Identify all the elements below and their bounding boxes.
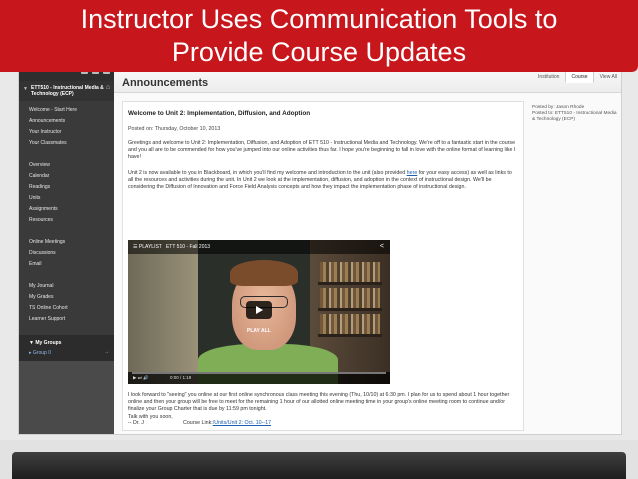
posted-to: Posted to: ETT510 - Instructional Media … (532, 111, 617, 122)
video-title-bar: ☰ PLAYLIST ETT 510 - Fall 2013 < (128, 240, 390, 254)
share-icon[interactable]: < (380, 240, 384, 254)
sidebar-item-resources[interactable]: Resources (19, 214, 114, 225)
course-sidebar: ▼ ETT510 - Instructional Media & Technol… (19, 61, 114, 434)
video-title[interactable]: ETT 510 - Fall 2013 (166, 244, 210, 250)
announcement-meta: Posted by: Jason Rhode Posted to: ETT510… (532, 105, 618, 123)
sidebar-item-assignments[interactable]: Assignments (19, 203, 114, 214)
sidebar-item-discussions[interactable]: Discussions (19, 247, 114, 258)
sidebar-item-online-meetings[interactable]: Online Meetings (19, 236, 114, 247)
sidebar-item-calendar[interactable]: Calendar (19, 170, 114, 181)
sidebar-item-overview[interactable]: Overview (19, 159, 114, 170)
sidebar-item-welcome[interactable]: Welcome - Start Here (19, 104, 114, 115)
paragraph-2-text-a: Unit 2 is now available to you in Blackb… (128, 170, 407, 176)
sidebar-item-instructor[interactable]: Your Instructor (19, 126, 114, 137)
video-person-hair (230, 260, 298, 286)
announcement-post: Welcome to Unit 2: Implementation, Diffu… (122, 101, 524, 431)
video-bg-left (128, 240, 198, 384)
course-link-label: Course Link: (183, 420, 213, 426)
arrow-right-icon[interactable]: → (104, 349, 109, 355)
course-link-line: Course Link:/Units/Unit 2: Oct. 10--17 (183, 420, 571, 427)
my-groups-label: My Groups (35, 340, 62, 346)
announcement-tabs: Institution Course View All (532, 71, 621, 83)
course-link[interactable]: /Units/Unit 2: Oct. 10--17 (213, 420, 271, 426)
here-link[interactable]: here (407, 170, 418, 176)
course-menu-title[interactable]: ▼ ETT510 - Instructional Media & Technol… (19, 81, 114, 101)
sidebar-item-email[interactable]: Email (19, 258, 114, 269)
my-groups-header[interactable]: ▼ My Groups (19, 338, 114, 348)
sidebar-bottom (19, 361, 114, 434)
group-item-label: Group 0 (32, 350, 51, 356)
course-title: ETT510 - Instructional Media & Technolog… (31, 85, 104, 97)
playlist-label: PLAYLIST (138, 244, 162, 250)
slide-title-line-1: Instructor Uses Communication Tools to (80, 4, 558, 34)
sidebar-section-3: Online Meetings Discussions Email (19, 236, 114, 269)
sidebar-item-classmates[interactable]: Your Classmates (19, 137, 114, 148)
video-time: 0:00 / 1:19 (170, 375, 192, 380)
play-icon[interactable]: ▶ ⏭ 🔊 (133, 372, 149, 384)
sidebar-item-learner-support[interactable]: Learner Support (19, 313, 114, 324)
group-item[interactable]: ▸ Group 0 → (19, 348, 114, 358)
tab-course[interactable]: Course (565, 71, 594, 83)
video-controls: ▶ ⏭ 🔊 0:00 / 1:19 (128, 372, 390, 384)
lms-screenshot: ▼ ETT510 - Instructional Media & Technol… (18, 60, 622, 435)
slide-title-banner: Instructor Uses Communication Tools to P… (0, 0, 638, 72)
announcement-title: Welcome to Unit 2: Implementation, Diffu… (128, 110, 311, 117)
tab-institution[interactable]: Institution (532, 71, 565, 83)
collapse-triangle-icon[interactable]: ▼ (23, 86, 28, 92)
page-title: Announcements (122, 77, 209, 89)
home-icon[interactable]: ⌂ (106, 84, 110, 91)
sidebar-item-units[interactable]: Units (19, 192, 114, 203)
sidebar-item-journal[interactable]: My Journal (19, 280, 114, 291)
sidebar-section-4: My Journal My Grades TS Online Cohort Le… (19, 280, 114, 324)
content-area: Announcements Institution Course View Al… (114, 61, 621, 434)
play-all-label[interactable]: PLAY ALL (247, 328, 271, 335)
slide-footer-bar (12, 452, 626, 479)
slide-title-line-2: Provide Course Updates (171, 37, 467, 67)
sidebar-item-grades[interactable]: My Grades (19, 291, 114, 302)
sidebar-item-cohort[interactable]: TS Online Cohort (19, 302, 114, 313)
sidebar-item-readings[interactable]: Readings (19, 181, 114, 192)
announcement-paragraph-1: Greetings and welcome to Unit 2: Impleme… (128, 140, 516, 160)
announcement-paragraph-2: Unit 2 is now available to you in Blackb… (128, 170, 516, 191)
announcement-paragraph-3: I look forward to "seeing" you online at… (128, 392, 510, 412)
sidebar-item-announcements[interactable]: Announcements (19, 115, 114, 126)
sidebar-section-1: Welcome - Start Here Announcements Your … (19, 104, 114, 148)
my-groups-panel: ▼ My Groups ▸ Group 0 → (19, 335, 114, 361)
play-button[interactable] (246, 301, 272, 319)
sidebar-section-2: Overview Calendar Readings Units Assignm… (19, 159, 114, 225)
announcement-date: Posted on: Thursday, October 10, 2013 (128, 126, 221, 132)
tab-view-all[interactable]: View All (594, 71, 621, 83)
video-player[interactable]: ☰ PLAYLIST ETT 510 - Fall 2013 < PLAY AL… (128, 240, 390, 384)
